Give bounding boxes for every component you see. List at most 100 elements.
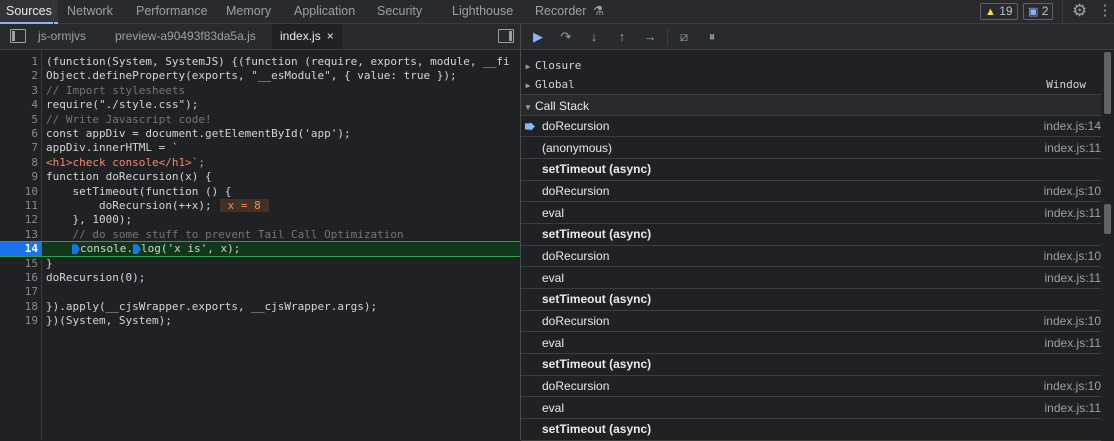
file-tab-index-js[interactable]: index.js × (272, 24, 342, 49)
code-line: 5 // Write Javascript code! (0, 113, 520, 127)
code-text: })(System, System); (46, 314, 172, 328)
tab-security[interactable]: Security (377, 0, 422, 24)
call-frame[interactable]: eval index.js:11 (521, 203, 1101, 224)
divider (53, 0, 54, 24)
deactivate-breakpoints-icon[interactable]: ⧄ (675, 28, 693, 46)
call-stack-title: Call Stack (535, 99, 590, 113)
tab-recorder[interactable]: Recorder ⚗ (535, 0, 604, 24)
line-number-current[interactable]: 14 (0, 242, 42, 257)
frame-location-link[interactable]: index.js:11 (1045, 398, 1101, 419)
more-options-icon[interactable]: ⋮ (1096, 0, 1114, 24)
code-editor[interactable]: 1 (function(System, SystemJS) {(function … (0, 51, 520, 440)
line-number[interactable]: 18 (0, 300, 38, 314)
line-number[interactable]: 13 (0, 228, 38, 242)
code-text: log('x is', x); (140, 242, 241, 256)
code-line: 15} (0, 257, 520, 271)
line-number[interactable]: 15 (0, 257, 38, 271)
line-number[interactable]: 7 (0, 141, 38, 155)
warnings-badge[interactable]: ▲ 19 (980, 3, 1018, 20)
editor-file-tabs: js-ormjvs preview-a90493f83da5a.js index… (0, 24, 520, 50)
call-frame[interactable]: doRecursion index.js:10 (521, 311, 1101, 332)
line-number[interactable]: 2 (0, 69, 38, 83)
call-frame[interactable]: (anonymous) index.js:11 (521, 138, 1101, 159)
messages-badge[interactable]: ▣ 2 (1023, 3, 1054, 20)
frame-function-name: doRecursion (542, 314, 610, 328)
frame-function-name: setTimeout (async) (542, 162, 652, 176)
scope-closure[interactable]: ▶ Closure (521, 56, 1114, 75)
call-frame[interactable]: doRecursion index.js:10 (521, 376, 1101, 397)
call-frame[interactable]: doRecursion index.js:10 (521, 181, 1101, 202)
close-icon[interactable]: × (327, 29, 334, 43)
warnings-count: 19 (999, 4, 1013, 18)
messages-count: 2 (1041, 4, 1049, 18)
line-number[interactable]: 5 (0, 113, 38, 127)
toggle-navigator-icon[interactable] (10, 29, 26, 43)
tab-sources[interactable]: Sources (0, 0, 58, 24)
code-line: 7 appDiv.innerHTML = ` (0, 141, 520, 155)
call-frame[interactable]: eval index.js:11 (521, 398, 1101, 419)
line-number[interactable]: 8 (0, 156, 38, 170)
scope-label: Global (535, 78, 575, 91)
tab-network[interactable]: Network (67, 0, 113, 24)
code-line: 12 }, 1000); (0, 213, 520, 227)
code-line: 4 require("./style.css"); (0, 98, 520, 112)
scrollbar-thumb[interactable] (1104, 52, 1111, 114)
tab-application[interactable]: Application (294, 0, 355, 24)
line-number[interactable]: 12 (0, 213, 38, 227)
file-tab-preview[interactable]: preview-a90493f83da5a.js (115, 24, 256, 49)
frame-location-link[interactable]: index.js:10 (1044, 376, 1101, 397)
continue-marker-icon[interactable] (132, 244, 141, 255)
frame-function-name: setTimeout (async) (542, 292, 652, 306)
tab-performance[interactable]: Performance (136, 0, 208, 24)
file-tab-js-ormjvs[interactable]: js-ormjvs (38, 24, 86, 49)
resume-icon[interactable]: ▶ (529, 28, 547, 46)
line-number[interactable]: 6 (0, 127, 38, 141)
line-number[interactable]: 1 (0, 55, 38, 69)
call-stack-header[interactable]: ▼ Call Stack (521, 94, 1114, 116)
scope-global[interactable]: ▶ Global Window (521, 75, 1114, 94)
frame-location-link[interactable]: index.js:11 (1045, 333, 1101, 354)
frame-function-name: doRecursion (542, 379, 610, 393)
frame-location-link[interactable]: index.js:11 (1045, 268, 1101, 289)
line-number[interactable]: 3 (0, 84, 38, 98)
frame-location-link[interactable]: index.js:11 (1045, 138, 1101, 159)
frame-location-link[interactable]: index.js:14 (1044, 116, 1101, 137)
step-over-icon[interactable]: ↷ (557, 28, 575, 46)
code-line: 9 function doRecursion(x) { (0, 170, 520, 184)
message-icon: ▣ (1028, 6, 1039, 18)
code-line: 18}).apply(__cjsWrapper.exports, __cjsWr… (0, 300, 520, 314)
gear-icon[interactable]: ⚙ (1072, 1, 1087, 21)
frame-function-name: eval (542, 270, 565, 285)
inline-variable-value: x = 8 (219, 199, 269, 212)
frame-location-link[interactable]: index.js:10 (1044, 246, 1101, 267)
line-number[interactable]: 11 (0, 199, 38, 213)
call-frame[interactable]: doRecursion index.js:14 (521, 116, 1101, 137)
code-text: (function(System, SystemJS) {(function (… (46, 55, 510, 68)
call-frame[interactable]: eval index.js:11 (521, 268, 1101, 289)
line-number[interactable]: 9 (0, 170, 38, 184)
code-text: doRecursion(++x); (46, 199, 212, 212)
tab-memory[interactable]: Memory (226, 0, 271, 24)
code-line: 3 // Import stylesheets (0, 84, 520, 98)
frame-location-link[interactable]: index.js:10 (1044, 181, 1101, 202)
async-frame-separator: setTimeout (async) (521, 159, 1101, 181)
line-number[interactable]: 4 (0, 98, 38, 112)
step-out-icon[interactable]: ↑ (613, 28, 631, 46)
code-line: 11 doRecursion(++x); x = 8 (0, 199, 520, 213)
tab-lighthouse[interactable]: Lighthouse (452, 0, 513, 24)
continue-marker-icon[interactable] (72, 244, 80, 255)
line-number[interactable]: 17 (0, 285, 38, 299)
step-into-icon[interactable]: ↓ (585, 28, 603, 46)
scrollbar-thumb[interactable] (1104, 204, 1111, 234)
line-number[interactable]: 10 (0, 185, 38, 199)
frame-location-link[interactable]: index.js:10 (1044, 311, 1101, 332)
line-number[interactable]: 16 (0, 271, 38, 285)
toggle-debugger-icon[interactable] (498, 29, 514, 43)
code-text: appDiv.innerHTML = ` (46, 141, 179, 155)
call-frame[interactable]: doRecursion index.js:10 (521, 246, 1101, 267)
call-frame[interactable]: eval index.js:11 (521, 333, 1101, 354)
step-icon[interactable]: → (641, 28, 659, 46)
pause-on-exceptions-icon[interactable]: ⏸ (703, 28, 721, 46)
line-number[interactable]: 19 (0, 314, 38, 328)
frame-location-link[interactable]: index.js:11 (1045, 203, 1101, 224)
